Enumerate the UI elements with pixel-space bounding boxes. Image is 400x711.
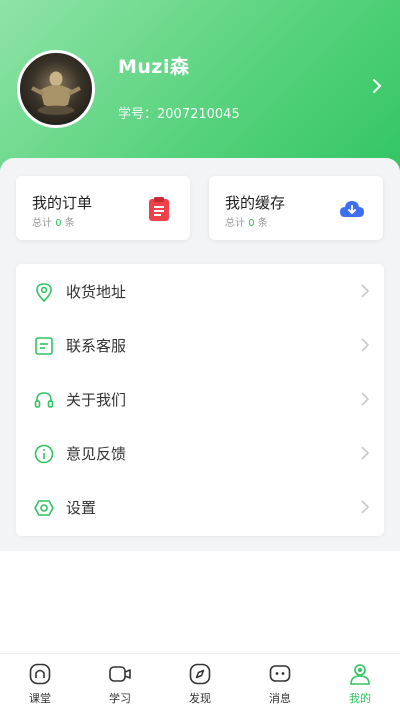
- my-cache-title: 我的缓存: [225, 194, 286, 212]
- menu-item-about-us[interactable]: 关于我们: [16, 372, 384, 426]
- order-clipboard-icon: [149, 197, 169, 221]
- menu-item-address[interactable]: 收货地址: [16, 264, 384, 318]
- my-cache-card[interactable]: 我的缓存 总计 0 条: [209, 176, 383, 240]
- settings-icon: [34, 500, 54, 516]
- student-id: 学号：2007210045: [118, 107, 240, 122]
- count-prefix: 总计: [32, 218, 52, 229]
- menu-item-label: 收货地址: [66, 283, 127, 301]
- tab-messages[interactable]: 消息: [240, 654, 320, 711]
- location-icon: [36, 283, 52, 303]
- chevron-right-icon: [361, 446, 370, 460]
- menu-item-label: 设置: [66, 499, 97, 517]
- tab-label: 发现: [189, 692, 211, 705]
- menu-item-label: 联系客服: [66, 337, 127, 355]
- menu-item-feedback[interactable]: 意见反馈: [16, 426, 384, 480]
- compass-icon: [189, 663, 211, 685]
- profile-icon: [350, 664, 370, 685]
- my-orders-count: 总计 0 条: [32, 214, 75, 229]
- chevron-right-icon: [361, 338, 370, 352]
- bottom-tab-bar: 课堂 学习 发现 消息 我的: [0, 653, 400, 711]
- my-orders-title: 我的订单: [32, 194, 93, 212]
- home-icon: [29, 663, 51, 685]
- menu-item-label: 意见反馈: [66, 445, 127, 463]
- my-cache-count: 总计 0 条: [225, 214, 268, 229]
- service-note-icon: [35, 337, 53, 355]
- video-icon: [109, 666, 131, 682]
- menu-item-customer-service[interactable]: 联系客服: [16, 318, 384, 372]
- tab-discover[interactable]: 发现: [160, 654, 240, 711]
- my-orders-card[interactable]: 我的订单 总计 0 条: [16, 176, 190, 240]
- avatar[interactable]: [17, 50, 95, 128]
- tab-label: 学习: [109, 692, 131, 705]
- message-icon: [269, 665, 291, 682]
- count-value: 0: [55, 218, 62, 229]
- tab-classroom[interactable]: 课堂: [0, 654, 80, 711]
- tab-study[interactable]: 学习: [80, 654, 160, 711]
- chevron-right-icon: [361, 284, 370, 298]
- count-suffix: 条: [64, 218, 75, 229]
- cloud-download-icon: [340, 201, 364, 217]
- menu-item-settings[interactable]: 设置: [16, 480, 384, 534]
- tab-label: 课堂: [29, 692, 51, 705]
- chevron-right-icon: [361, 500, 370, 514]
- count-suffix: 条: [257, 218, 268, 229]
- tab-label: 我的: [349, 692, 371, 705]
- avatar-image: [31, 71, 81, 115]
- count-prefix: 总计: [225, 218, 245, 229]
- menu-item-label: 关于我们: [66, 391, 127, 409]
- chevron-right-icon[interactable]: [370, 76, 384, 96]
- chevron-right-icon: [361, 392, 370, 406]
- info-icon: [34, 444, 54, 464]
- count-value: 0: [248, 218, 255, 229]
- user-name: Muzi森: [118, 56, 190, 78]
- settings-menu: 收货地址 联系客服 关于我们 意见反馈 设置: [16, 264, 384, 536]
- tab-label: 消息: [269, 692, 291, 705]
- tab-me[interactable]: 我的: [320, 654, 400, 711]
- headset-icon: [34, 392, 54, 408]
